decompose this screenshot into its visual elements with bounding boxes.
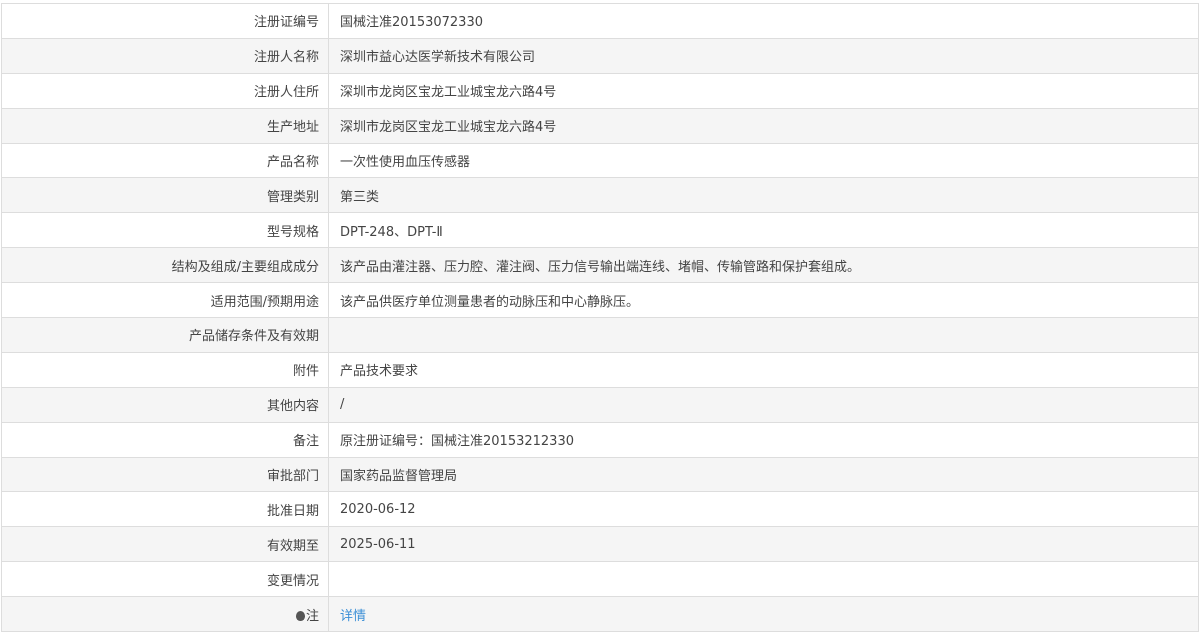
field-label: 适用范围/预期用途 bbox=[1, 282, 329, 319]
lightbulb-icon bbox=[295, 610, 305, 621]
field-label: 产品名称 bbox=[1, 142, 329, 179]
field-label: 变更情况 bbox=[1, 561, 329, 598]
table-row: 审批部门 国家药品监督管理局 bbox=[1, 456, 1199, 493]
field-value: 一次性使用血压传感器 bbox=[328, 142, 1199, 179]
note-label: 注 bbox=[305, 608, 319, 624]
note-row: 注 详情 bbox=[1, 596, 1199, 633]
table-row: 型号规格 DPT-248、DPT-Ⅱ bbox=[1, 212, 1199, 249]
table-row: 管理类别 第三类 bbox=[1, 177, 1199, 214]
field-label: 产品储存条件及有效期 bbox=[1, 317, 329, 353]
field-value: 国械注准20153072330 bbox=[328, 3, 1199, 39]
table-row: 其他内容 / bbox=[1, 386, 1199, 423]
note-value-cell: 详情 bbox=[328, 596, 1199, 633]
field-value: 原注册证编号：国械注准20153212330 bbox=[328, 421, 1199, 458]
table-row: 生产地址 深圳市龙岗区宝龙工业城宝龙六路4号 bbox=[1, 107, 1199, 144]
table-row: 产品储存条件及有效期 bbox=[1, 317, 1199, 353]
field-value: 2020-06-12 bbox=[328, 491, 1199, 528]
field-value: 国家药品监督管理局 bbox=[328, 456, 1199, 493]
field-value: 2025-06-11 bbox=[328, 526, 1199, 563]
field-value: 该产品由灌注器、压力腔、灌注阀、压力信号输出端连线、堵帽、传输管路和保护套组成。 bbox=[328, 247, 1199, 284]
field-label: 管理类别 bbox=[1, 177, 329, 214]
table-row: 附件 产品技术要求 bbox=[1, 351, 1199, 388]
field-value: 深圳市龙岗区宝龙工业城宝龙六路4号 bbox=[328, 72, 1199, 109]
field-label: 其他内容 bbox=[1, 386, 329, 423]
field-value: DPT-248、DPT-Ⅱ bbox=[328, 212, 1199, 249]
field-value bbox=[328, 561, 1199, 598]
table-row: 备注 原注册证编号：国械注准20153212330 bbox=[1, 421, 1199, 458]
field-value: 深圳市益心达医学新技术有限公司 bbox=[328, 37, 1199, 74]
table-row: 注册证编号 国械注准20153072330 bbox=[1, 3, 1199, 39]
field-value: 第三类 bbox=[328, 177, 1199, 214]
field-label: 有效期至 bbox=[1, 526, 329, 563]
details-link[interactable]: 详情 bbox=[340, 609, 366, 624]
field-label: 注册人名称 bbox=[1, 37, 329, 74]
field-label: 结构及组成/主要组成成分 bbox=[1, 247, 329, 284]
field-value bbox=[328, 317, 1199, 353]
note-label-cell: 注 bbox=[1, 596, 329, 633]
table-row: 批准日期 2020-06-12 bbox=[1, 491, 1199, 528]
field-label: 附件 bbox=[1, 351, 329, 388]
table-row: 变更情况 bbox=[1, 561, 1199, 598]
registration-detail-table: 注册证编号 国械注准20153072330 注册人名称 深圳市益心达医学新技术有限公司… bbox=[1, 3, 1199, 633]
table-row: 产品名称 一次性使用血压传感器 bbox=[1, 142, 1199, 179]
table-row: 适用范围/预期用途 该产品供医疗单位测量患者的动脉压和中心静脉压。 bbox=[1, 282, 1199, 319]
field-label: 生产地址 bbox=[1, 107, 329, 144]
field-label: 备注 bbox=[1, 421, 329, 458]
table-row: 有效期至 2025-06-11 bbox=[1, 526, 1199, 563]
field-label: 注册证编号 bbox=[1, 3, 329, 39]
field-label: 注册人住所 bbox=[1, 72, 329, 109]
table-row: 结构及组成/主要组成成分 该产品由灌注器、压力腔、灌注阀、压力信号输出端连线、堵帽… bbox=[1, 247, 1199, 284]
field-value: 产品技术要求 bbox=[328, 351, 1199, 388]
table-row: 注册人名称 深圳市益心达医学新技术有限公司 bbox=[1, 37, 1199, 74]
field-value: 深圳市龙岗区宝龙工业城宝龙六路4号 bbox=[328, 107, 1199, 144]
field-label: 审批部门 bbox=[1, 456, 329, 493]
field-value: / bbox=[328, 386, 1199, 423]
field-value: 该产品供医疗单位测量患者的动脉压和中心静脉压。 bbox=[328, 282, 1199, 319]
table-row: 注册人住所 深圳市龙岗区宝龙工业城宝龙六路4号 bbox=[1, 72, 1199, 109]
field-label: 型号规格 bbox=[1, 212, 329, 249]
field-label: 批准日期 bbox=[1, 491, 329, 528]
